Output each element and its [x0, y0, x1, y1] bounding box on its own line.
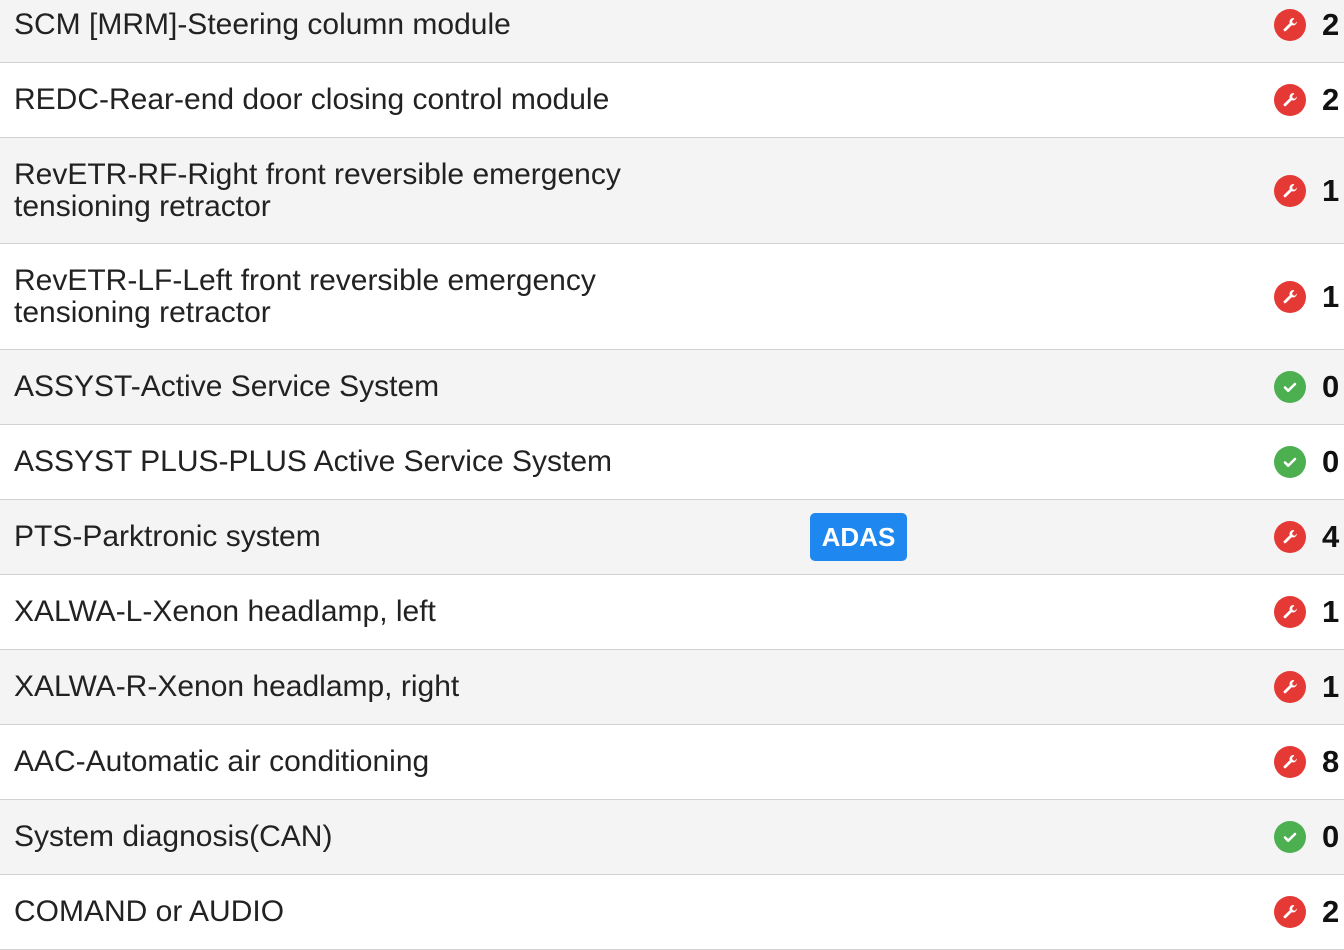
module-name: XALWA-R-Xenon headlamp, right — [14, 670, 460, 703]
module-row[interactable]: PTS-Parktronic system ADAS 4 — [0, 500, 1344, 575]
fault-count: 1 — [1322, 278, 1340, 314]
fault-count: 1 — [1322, 594, 1340, 629]
wrench-icon — [1274, 671, 1306, 703]
check-icon — [1274, 821, 1306, 853]
module-row[interactable]: SCM [MRM]-Steering column module 2 — [0, 0, 1344, 63]
wrench-icon — [1274, 280, 1306, 313]
wrench-icon — [1274, 521, 1306, 553]
fault-count: 8 — [1322, 744, 1340, 779]
module-row[interactable]: RevETR-LF-Left front reversible emergenc… — [0, 244, 1344, 350]
module-row[interactable]: ASSYST PLUS-PLUS Active Service System 0 — [0, 425, 1344, 500]
module-row[interactable]: REDC-Rear-end door closing control modul… — [0, 63, 1344, 138]
module-name: XALWA-L-Xenon headlamp, left — [14, 595, 436, 628]
module-name: ASSYST-Active Service System — [14, 370, 440, 403]
module-name: System diagnosis(CAN) — [14, 820, 333, 853]
module-name: AAC-Automatic air conditioning — [14, 745, 430, 778]
fault-count: 1 — [1322, 172, 1340, 208]
module-name: PTS-Parktronic system — [14, 520, 321, 553]
module-name: REDC-Rear-end door closing control modul… — [14, 83, 610, 116]
module-name: ASSYST PLUS-PLUS Active Service System — [14, 445, 612, 478]
fault-count: 0 — [1322, 819, 1340, 854]
wrench-icon — [1274, 84, 1306, 116]
fault-count: 0 — [1322, 369, 1340, 404]
wrench-icon — [1274, 9, 1306, 41]
module-row[interactable]: ASSYST-Active Service System 0 — [0, 350, 1344, 425]
module-row[interactable]: XALWA-L-Xenon headlamp, left 1 — [0, 575, 1344, 650]
module-name: COMAND or AUDIO — [14, 895, 285, 928]
wrench-icon — [1274, 896, 1306, 928]
module-name: RevETR-RF-Right front reversible emergen… — [14, 157, 621, 223]
wrench-icon — [1274, 174, 1306, 207]
module-row[interactable]: RevETR-RF-Right front reversible emergen… — [0, 138, 1344, 244]
fault-count: 2 — [1322, 7, 1340, 42]
module-row[interactable]: System diagnosis(CAN) 0 — [0, 800, 1344, 875]
module-list: SCM [MRM]-Steering column module 2 REDC-… — [0, 0, 1344, 950]
fault-count: 1 — [1322, 669, 1340, 704]
wrench-icon — [1274, 746, 1306, 778]
check-icon — [1274, 371, 1306, 403]
fault-count: 4 — [1322, 519, 1340, 554]
check-icon — [1274, 446, 1306, 478]
module-name: RevETR-LF-Left front reversible emergenc… — [14, 263, 596, 329]
module-row[interactable]: XALWA-R-Xenon headlamp, right 1 — [0, 650, 1344, 725]
fault-count: 2 — [1322, 82, 1340, 117]
module-name: SCM [MRM]-Steering column module — [14, 8, 511, 41]
adas-badge[interactable]: ADAS — [810, 513, 907, 561]
module-row[interactable]: AAC-Automatic air conditioning 8 — [0, 725, 1344, 800]
fault-count: 0 — [1322, 444, 1340, 479]
wrench-icon — [1274, 596, 1306, 628]
module-row[interactable]: COMAND or AUDIO 2 — [0, 875, 1344, 950]
fault-count: 2 — [1322, 894, 1340, 929]
